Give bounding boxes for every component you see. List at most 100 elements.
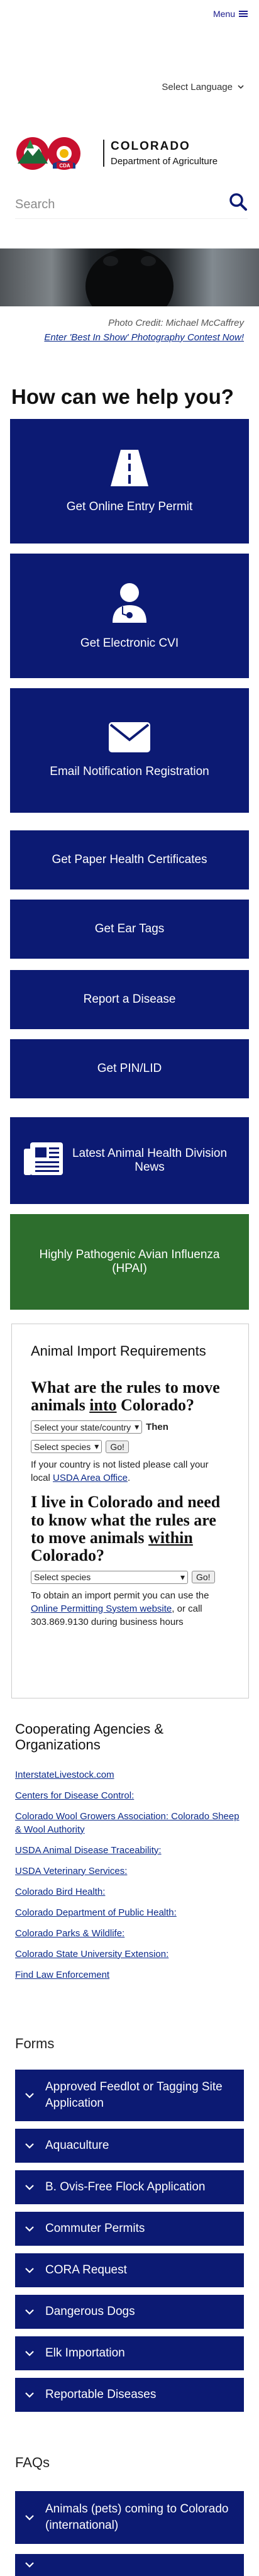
- state-country-select[interactable]: Select your state/country ▾: [31, 1420, 143, 1434]
- site-logo[interactable]: CDA COLORADO Department of Agriculture: [15, 131, 218, 175]
- species-select-within[interactable]: Select species ▾: [31, 1570, 188, 1584]
- accordion-label: Aquaculture: [45, 2139, 109, 2153]
- language-label: Select Language: [162, 82, 233, 92]
- contest-link[interactable]: Enter 'Best In Show' Photography Contest…: [44, 332, 244, 343]
- accordion-label: Approved Feedlot or Tagging Site Applica…: [45, 2080, 223, 2110]
- go-button[interactable]: Go!: [106, 1440, 129, 1453]
- form-accordion-item[interactable]: Elk Importation: [15, 2336, 244, 2370]
- tile-label: Highly Pathogenic Avian Influenza (HPAI): [39, 1248, 220, 1275]
- coop-link[interactable]: Find Law Enforcement: [15, 1970, 109, 1980]
- tile-animal-health-news[interactable]: Latest Animal Health Division News: [10, 1117, 249, 1204]
- tile-label: Get Electronic CVI: [80, 637, 179, 650]
- online-permitting-link[interactable]: Online Permitting System website: [31, 1603, 172, 1614]
- chevron-down-icon: [238, 85, 244, 89]
- faq-accordion-item-partial[interactable]: [15, 2554, 244, 2576]
- usda-area-office-link[interactable]: USDA Area Office: [53, 1473, 128, 1483]
- chevron-down-icon: ▾: [94, 1441, 99, 1452]
- form-accordion-item[interactable]: Approved Feedlot or Tagging Site Applica…: [15, 2070, 244, 2121]
- accordion-label: Animals (pets) coming to Colorado (inter…: [45, 2502, 229, 2532]
- photo-credit: Photo Credit: Michael McCaffrey: [108, 318, 244, 328]
- accordion-label: Reportable Diseases: [45, 2388, 157, 2402]
- logo-title: COLORADO: [111, 139, 190, 153]
- coop-link[interactable]: USDA Veterinary Services:: [15, 1866, 127, 1876]
- chevron-down-icon: [25, 2392, 45, 2398]
- newspaper-icon: [24, 1142, 63, 1179]
- cda-logo-mark: CDA: [15, 131, 98, 175]
- form-accordion-item[interactable]: Commuter Permits: [15, 2212, 244, 2246]
- hamburger-icon: [239, 9, 248, 18]
- veterinarian-icon: [110, 581, 149, 628]
- go-button-within[interactable]: Go!: [192, 1571, 215, 1584]
- search-icon[interactable]: [229, 192, 248, 215]
- faqs-title: FAQs: [15, 2455, 50, 2470]
- import-note-permit: To obtain an import permit you can use t…: [31, 1590, 209, 1627]
- chevron-down-icon: ▾: [180, 1571, 185, 1582]
- road-icon: [109, 449, 150, 491]
- tile-label: Email Notification Registration: [50, 765, 209, 778]
- faq-accordion-item[interactable]: Animals (pets) coming to Colorado (inter…: [15, 2491, 244, 2544]
- accordion-label: Dangerous Dogs: [45, 2305, 135, 2319]
- chevron-down-icon: [25, 2092, 45, 2099]
- chevron-down-icon: [25, 2514, 45, 2521]
- tile-label: Report a Disease: [83, 993, 176, 1006]
- cooperating-agencies: Cooperating Agencies & Organizations Int…: [15, 1721, 248, 1989]
- chevron-down-icon: ▾: [135, 1422, 140, 1432]
- tile-online-entry-permit[interactable]: Get Online Entry Permit: [10, 419, 249, 544]
- tile-label: Latest Animal Health Division News: [72, 1147, 228, 1174]
- tile-paper-health-certificates[interactable]: Get Paper Health Certificates: [10, 830, 249, 889]
- coop-link[interactable]: Colorado State University Extension:: [15, 1949, 168, 1960]
- species-select[interactable]: Select species ▾: [31, 1440, 102, 1454]
- accordion-label: Elk Importation: [45, 2346, 125, 2360]
- tile-label: Get Paper Health Certificates: [52, 853, 207, 866]
- language-select[interactable]: Select Language: [162, 82, 244, 92]
- accordion-label: CORA Request: [45, 2263, 127, 2277]
- search-input[interactable]: Search: [15, 198, 55, 212]
- menu-button[interactable]: Menu: [213, 9, 248, 19]
- page-title: How can we help you?: [11, 385, 234, 408]
- form-accordion-item[interactable]: Reportable Diseases: [15, 2378, 244, 2412]
- logo-subtitle: Department of Agriculture: [111, 155, 218, 167]
- chevron-down-icon: [25, 2562, 45, 2568]
- top-bar: Menu: [0, 0, 259, 33]
- tile-electronic-cvi[interactable]: Get Electronic CVI: [10, 554, 249, 678]
- form-accordion-item[interactable]: Aquaculture: [15, 2129, 244, 2163]
- tile-label: Get Online Entry Permit: [66, 500, 193, 513]
- forms-title: Forms: [15, 2036, 55, 2051]
- import-requirements-panel: Animal Import Requirements What are the …: [11, 1324, 249, 1698]
- coop-link[interactable]: Colorado Parks & Wildlife:: [15, 1928, 124, 1939]
- menu-label: Menu: [212, 9, 235, 19]
- tile-email-notification[interactable]: Email Notification Registration: [10, 688, 249, 813]
- import-question-into: What are the rules to move animals into …: [31, 1378, 220, 1415]
- accordion-label: Commuter Permits: [45, 2222, 145, 2236]
- form-accordion-item[interactable]: CORA Request: [15, 2253, 244, 2287]
- chevron-down-icon: [25, 2350, 45, 2356]
- logo-badge: CDA: [59, 163, 70, 169]
- hero-image: [0, 248, 259, 306]
- coop-link[interactable]: Centers for Disease Control:: [15, 1790, 134, 1801]
- tile-ear-tags[interactable]: Get Ear Tags: [10, 900, 249, 959]
- chevron-down-icon: [25, 2267, 45, 2273]
- coop-link[interactable]: Colorado Department of Public Health:: [15, 1907, 177, 1918]
- tile-report-disease[interactable]: Report a Disease: [10, 970, 249, 1029]
- chevron-down-icon: [25, 2184, 45, 2190]
- form-accordion-item[interactable]: Dangerous Dogs: [15, 2295, 244, 2329]
- chevron-down-icon: [25, 2143, 45, 2149]
- then-label: Then: [146, 1422, 168, 1433]
- chevron-down-icon: [25, 2309, 45, 2315]
- import-question-within: I live in Colorado and need to know what…: [31, 1493, 221, 1564]
- coop-link[interactable]: USDA Animal Disease Traceability:: [15, 1845, 162, 1856]
- coop-title: Cooperating Agencies & Organizations: [15, 1721, 164, 1753]
- tile-label: Get PIN/LID: [97, 1062, 162, 1075]
- chevron-down-icon: [25, 2226, 45, 2232]
- coop-link[interactable]: Colorado Wool Growers Association: Color…: [15, 1811, 240, 1835]
- coop-link[interactable]: InterstateLivestock.com: [15, 1770, 114, 1780]
- form-accordion-item[interactable]: B. Ovis-Free Flock Application: [15, 2170, 244, 2204]
- import-title: Animal Import Requirements: [31, 1343, 206, 1359]
- tile-pin-lid[interactable]: Get PIN/LID: [10, 1039, 249, 1098]
- search-bar[interactable]: Search: [15, 190, 248, 219]
- envelope-icon: [109, 722, 150, 756]
- coop-link[interactable]: Colorado Bird Health:: [15, 1887, 105, 1897]
- accordion-label: B. Ovis-Free Flock Application: [45, 2180, 206, 2194]
- tile-label: Get Ear Tags: [94, 922, 165, 935]
- tile-hpai[interactable]: Highly Pathogenic Avian Influenza (HPAI): [10, 1214, 249, 1310]
